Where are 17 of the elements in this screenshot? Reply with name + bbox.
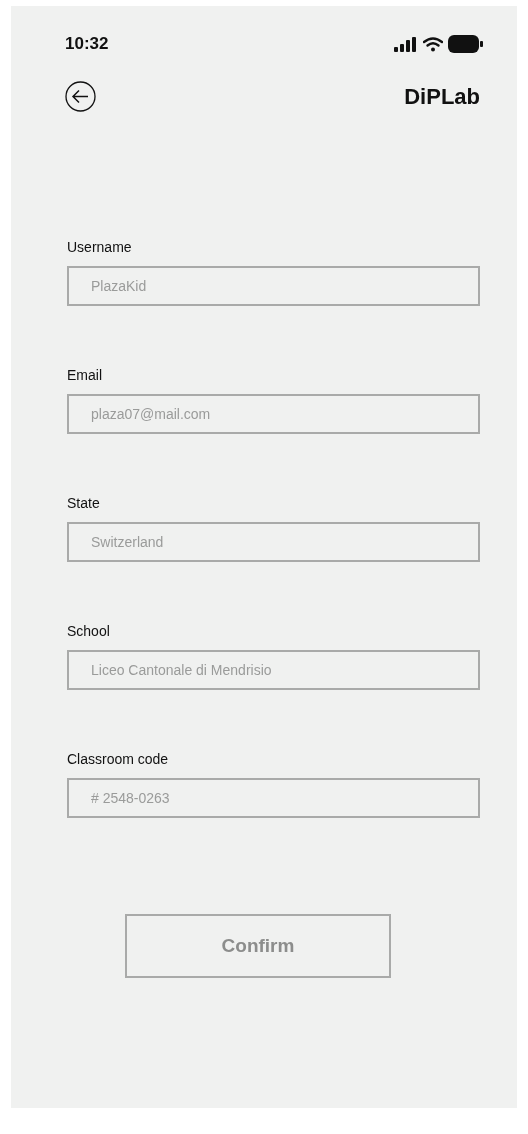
field-label: School	[67, 622, 111, 641]
battery-icon	[448, 35, 483, 53]
signal-icon	[394, 36, 418, 52]
input-field[interactable]: # 2548-0263	[67, 778, 480, 818]
input-field[interactable]: plaza07@mail.com	[67, 394, 480, 434]
field-label: Email	[67, 366, 103, 385]
field-label: Username	[67, 238, 133, 257]
back-icon[interactable]	[65, 81, 96, 112]
confirm-button[interactable]: Confirm	[125, 914, 391, 978]
input-field[interactable]: Switzerland	[67, 522, 480, 562]
status-time: 10:32	[65, 33, 109, 56]
wifi-icon	[423, 36, 443, 52]
input-field[interactable]: Liceo Cantonale di Mendrisio	[67, 650, 480, 690]
app-title: DiPLab	[404, 83, 480, 111]
input-field[interactable]: PlazaKid	[67, 266, 480, 306]
field-label: Classroom code	[67, 750, 170, 769]
field-label: State	[67, 494, 101, 513]
